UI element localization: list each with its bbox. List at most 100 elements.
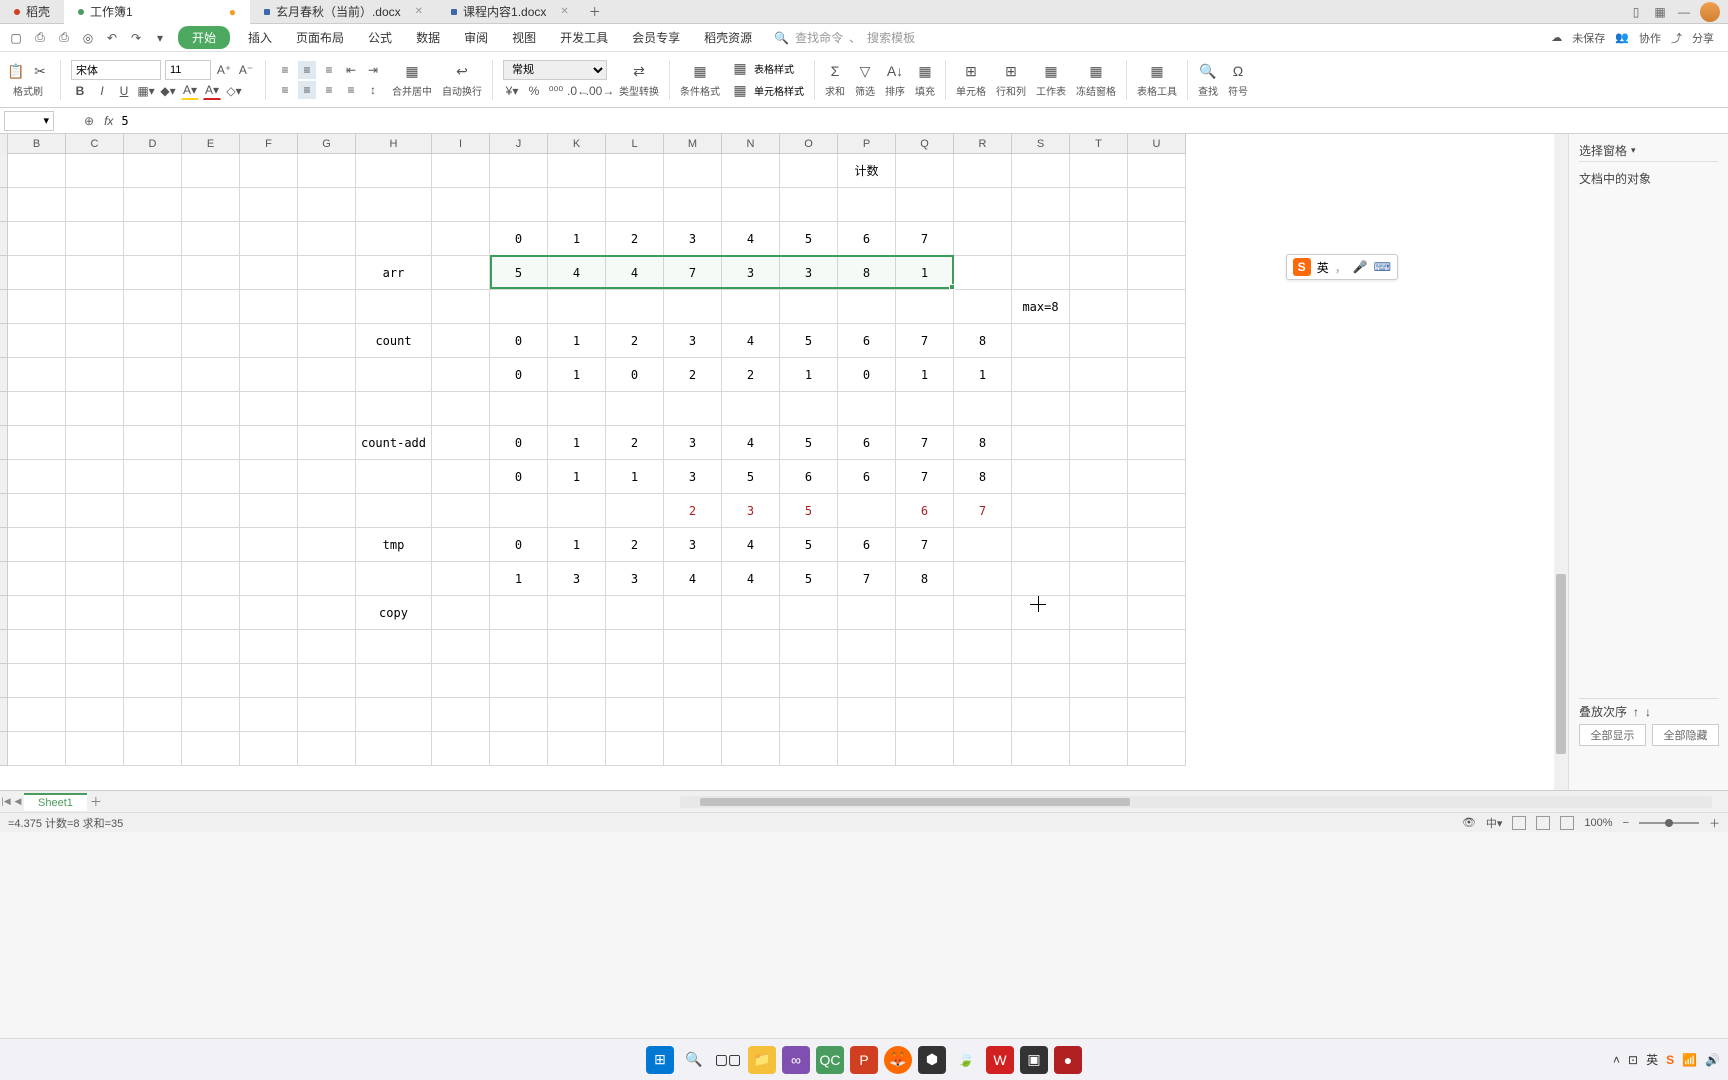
cell-style-label[interactable]: 单元格样式 <box>754 83 804 98</box>
cell[interactable] <box>8 188 66 222</box>
cell[interactable] <box>1070 494 1128 528</box>
cell[interactable] <box>124 732 182 766</box>
menu-insert[interactable]: 插入 <box>238 27 282 48</box>
increase-decimal-icon[interactable]: .0← <box>569 82 587 100</box>
cell[interactable] <box>896 188 954 222</box>
cell[interactable] <box>606 732 664 766</box>
cell[interactable] <box>838 494 896 528</box>
cell[interactable] <box>1128 392 1186 426</box>
cell[interactable] <box>548 630 606 664</box>
cell[interactable] <box>66 188 124 222</box>
cell[interactable] <box>240 664 298 698</box>
cell[interactable] <box>356 732 432 766</box>
cell[interactable] <box>1128 358 1186 392</box>
font-select[interactable] <box>71 60 161 80</box>
cell[interactable] <box>432 358 490 392</box>
cell[interactable]: count-add <box>356 426 432 460</box>
wrap-icon[interactable]: ↩ <box>452 61 472 81</box>
underline-icon[interactable]: U <box>115 82 133 100</box>
cell[interactable] <box>298 426 356 460</box>
cell[interactable] <box>606 154 664 188</box>
cell[interactable] <box>124 494 182 528</box>
sheet-nav-first[interactable]: |◀ <box>0 796 12 807</box>
cell[interactable] <box>954 392 1012 426</box>
cell[interactable]: 2 <box>722 358 780 392</box>
column-header[interactable]: O <box>780 134 838 153</box>
symbol-icon[interactable]: Ω <box>1228 61 1248 81</box>
cell[interactable] <box>1128 222 1186 256</box>
cell[interactable] <box>66 426 124 460</box>
cell[interactable] <box>1070 664 1128 698</box>
cell[interactable] <box>490 630 548 664</box>
cell[interactable] <box>722 698 780 732</box>
cell[interactable] <box>780 732 838 766</box>
column-header[interactable]: G <box>298 134 356 153</box>
currency-icon[interactable]: ¥▾ <box>503 82 521 100</box>
cell[interactable]: 0 <box>490 324 548 358</box>
cell[interactable] <box>838 392 896 426</box>
cell[interactable]: count <box>356 324 432 358</box>
firefox-icon[interactable]: 🦊 <box>884 1046 912 1074</box>
menu-formula[interactable]: 公式 <box>358 27 402 48</box>
cell[interactable] <box>182 324 240 358</box>
cell[interactable]: 2 <box>606 324 664 358</box>
sort-icon[interactable]: A↓ <box>885 61 905 81</box>
cell[interactable]: 1 <box>954 358 1012 392</box>
cell[interactable]: 8 <box>838 256 896 290</box>
cell[interactable] <box>124 664 182 698</box>
cell[interactable] <box>838 630 896 664</box>
cell[interactable] <box>1070 630 1128 664</box>
decrease-font-icon[interactable]: A⁻ <box>237 61 255 79</box>
cell[interactable]: 1 <box>548 222 606 256</box>
cell[interactable] <box>182 460 240 494</box>
cell[interactable]: 计数 <box>838 154 896 188</box>
cell[interactable] <box>298 188 356 222</box>
cell[interactable] <box>66 256 124 290</box>
cell[interactable] <box>182 630 240 664</box>
align-left-icon[interactable]: ≡ <box>276 81 294 99</box>
cell[interactable] <box>606 698 664 732</box>
cell[interactable] <box>548 732 606 766</box>
cell[interactable] <box>182 426 240 460</box>
cell[interactable] <box>896 596 954 630</box>
cell[interactable] <box>1128 154 1186 188</box>
increase-font-icon[interactable]: A⁺ <box>215 61 233 79</box>
cell[interactable] <box>722 290 780 324</box>
cell[interactable] <box>1012 426 1070 460</box>
cell[interactable] <box>124 528 182 562</box>
merge-group[interactable]: ▦ 合并居中 <box>392 61 432 98</box>
cell[interactable] <box>124 630 182 664</box>
cell[interactable] <box>722 188 780 222</box>
cell[interactable]: 6 <box>838 222 896 256</box>
cell[interactable] <box>1012 562 1070 596</box>
cell[interactable]: 1 <box>896 358 954 392</box>
cell[interactable]: copy <box>356 596 432 630</box>
cell[interactable]: 8 <box>954 460 1012 494</box>
cell[interactable]: 0 <box>490 460 548 494</box>
wifi-icon[interactable]: 📶 <box>1682 1053 1697 1067</box>
column-header[interactable]: C <box>66 134 124 153</box>
cell[interactable] <box>1128 562 1186 596</box>
cell[interactable] <box>1070 426 1128 460</box>
cell[interactable]: 1 <box>548 528 606 562</box>
cell[interactable] <box>356 290 432 324</box>
zoom-icon[interactable]: ⊕ <box>84 114 94 128</box>
cell[interactable] <box>896 392 954 426</box>
cell[interactable]: 2 <box>606 426 664 460</box>
avatar[interactable] <box>1700 2 1720 22</box>
cell[interactable]: 7 <box>664 256 722 290</box>
column-header[interactable]: D <box>124 134 182 153</box>
cell[interactable] <box>124 426 182 460</box>
share-icon[interactable]: ⤴ <box>1671 30 1682 46</box>
chevron-up-icon[interactable]: ˄ <box>1613 1053 1620 1067</box>
cell[interactable] <box>356 358 432 392</box>
sheet-nav-prev[interactable]: ◀ <box>12 796 24 807</box>
column-header[interactable]: M <box>664 134 722 153</box>
reading-view-icon[interactable] <box>1560 816 1574 830</box>
cond-fmt-icon[interactable]: ▦ <box>690 61 710 81</box>
decrease-decimal-icon[interactable]: .00→ <box>591 82 609 100</box>
cell[interactable]: 5 <box>780 324 838 358</box>
cell[interactable] <box>664 188 722 222</box>
cell[interactable] <box>298 562 356 596</box>
cell[interactable] <box>240 358 298 392</box>
